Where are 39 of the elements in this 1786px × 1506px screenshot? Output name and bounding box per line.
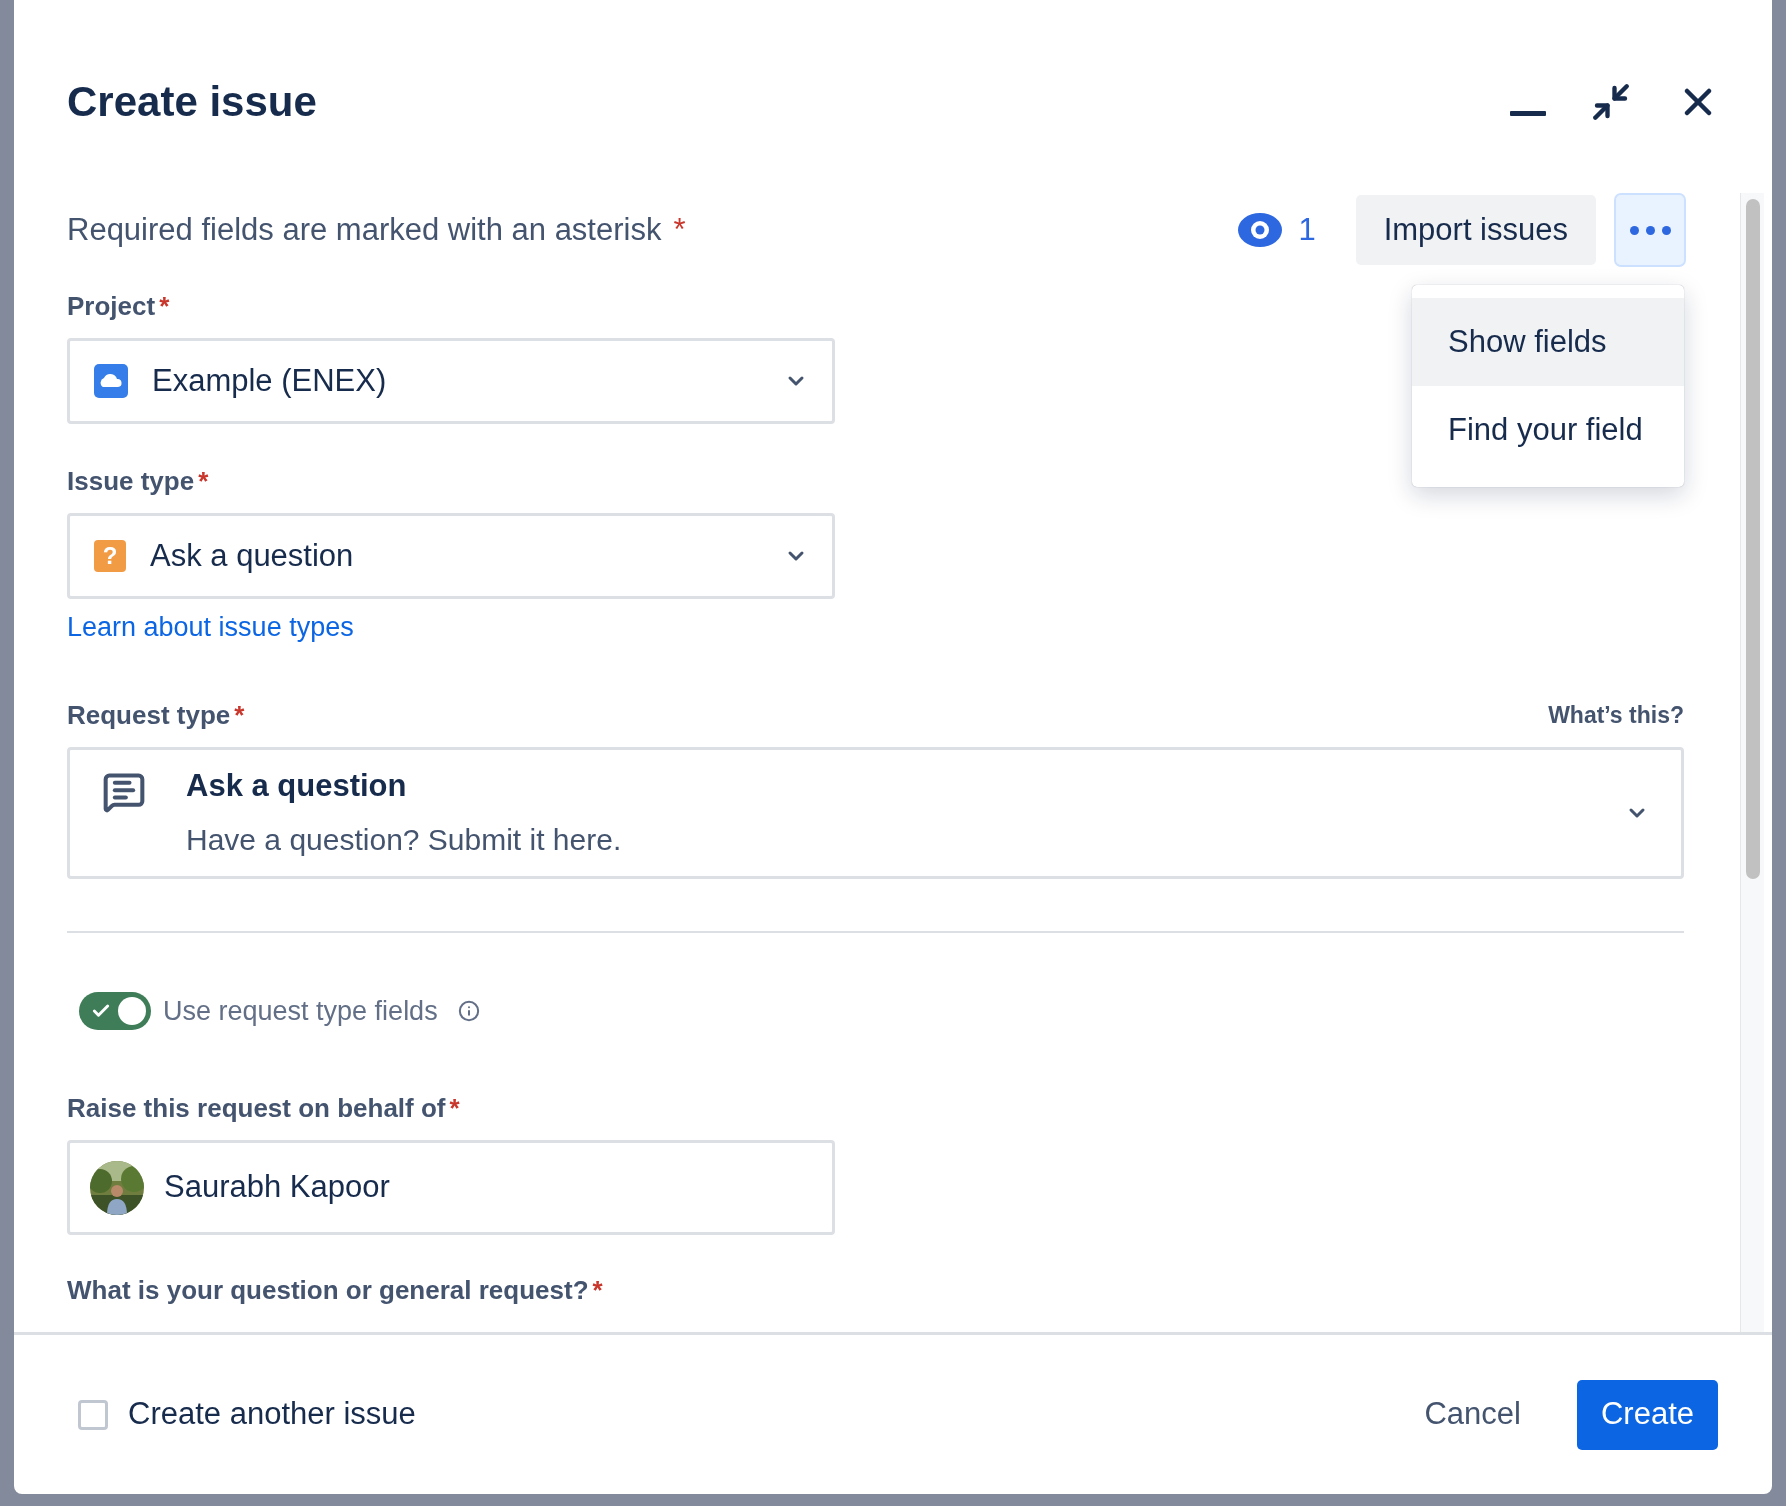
request-type-description: Have a question? Submit it here. xyxy=(186,822,623,859)
question-icon: ? xyxy=(94,540,126,572)
cancel-button[interactable]: Cancel xyxy=(1400,1379,1545,1450)
more-button[interactable] xyxy=(1616,195,1684,265)
required-asterisk: * xyxy=(198,465,209,498)
create-another-label: Create another issue xyxy=(128,1395,417,1434)
toggle-switch[interactable] xyxy=(79,991,151,1030)
required-asterisk: * xyxy=(673,210,686,249)
menu-item[interactable]: Show fields xyxy=(1412,298,1684,386)
scrollbar-thumb[interactable] xyxy=(1745,199,1760,879)
select-field[interactable]: Example (ENEX) xyxy=(67,338,835,424)
create-button[interactable]: Create xyxy=(1576,1379,1718,1450)
field-label: Raise this request on behalf of xyxy=(67,1092,446,1125)
learn-link[interactable]: Learn about issue types xyxy=(67,607,1684,648)
request-type-select[interactable]: Ask a question Have a question? Submit it here. xyxy=(67,746,1684,879)
field-label: Project xyxy=(67,290,156,323)
field-label: Request type xyxy=(67,698,231,732)
request-type-title: Ask a question xyxy=(186,766,408,805)
required-asterisk: * xyxy=(159,290,170,323)
user-name: Saurabh Kapoor xyxy=(164,1168,390,1207)
minus-icon xyxy=(1510,111,1546,116)
watcher-count: 1 xyxy=(1298,210,1316,249)
required-asterisk: * xyxy=(234,698,245,732)
user-field[interactable]: Saurabh Kapoor xyxy=(67,1140,835,1235)
toggle-label: Use request type fields xyxy=(163,994,438,1028)
eye-icon[interactable] xyxy=(1238,213,1283,247)
whats-this-hint: What’s this? xyxy=(1548,700,1684,730)
cloud-icon xyxy=(94,364,128,398)
field-label: What is your question or general request? xyxy=(67,1274,589,1307)
import-issues-button[interactable]: Import issues xyxy=(1355,195,1596,265)
menu-item[interactable]: Find your field xyxy=(1412,386,1684,474)
required-asterisk: * xyxy=(592,1274,603,1307)
info-icon xyxy=(457,999,480,1022)
required-note: Required fields are marked with an asterisk xyxy=(67,210,662,249)
window-title: Create issue xyxy=(67,77,317,127)
create-another-checkbox[interactable] xyxy=(78,1399,108,1430)
select-field[interactable]: ? Ask a question xyxy=(67,513,835,599)
required-asterisk: * xyxy=(449,1092,460,1125)
field-label: Issue type xyxy=(67,465,195,498)
